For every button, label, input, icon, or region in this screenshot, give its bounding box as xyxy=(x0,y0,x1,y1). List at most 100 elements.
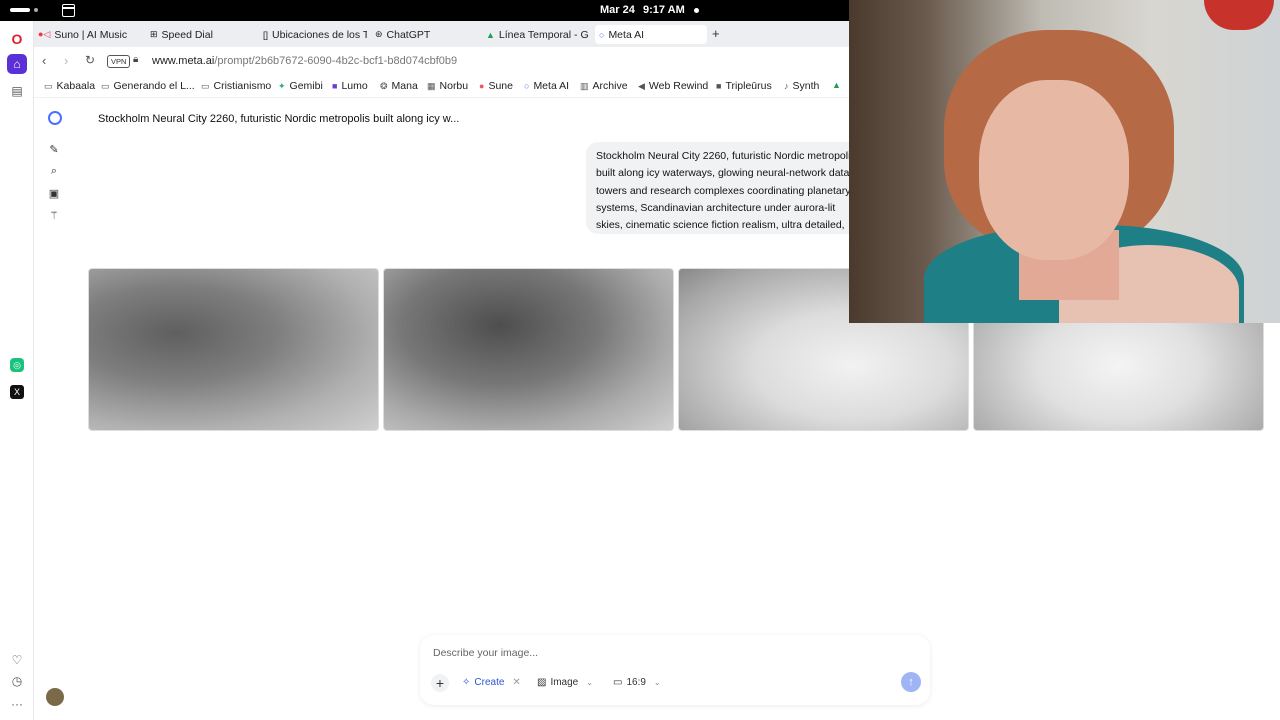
url-field[interactable]: www.meta.ai/prompt/2b6b7672-6090-4b2c-bc… xyxy=(152,55,457,67)
folder-icon: ▭ xyxy=(201,80,210,91)
bookmark-cristianismo[interactable]: ▭ Cristianismo xyxy=(201,80,271,92)
tab-speed-dial[interactable]: ⊞ Speed Dial xyxy=(150,25,240,44)
workspace-dot[interactable] xyxy=(34,8,38,12)
rewind-icon: ◀ xyxy=(638,80,645,91)
bookmark-kabaala[interactable]: ▭ Kabaala xyxy=(44,80,95,92)
chatgpt-icon: ⊛ xyxy=(375,29,383,39)
drive-icon: ▲ xyxy=(832,80,841,90)
tab-label: Suno | AI Music xyxy=(54,28,128,41)
new-tab-button[interactable]: + xyxy=(712,26,720,41)
bookmark-gemibi[interactable]: ✦ Gemibi xyxy=(278,80,323,92)
generated-image-1[interactable] xyxy=(88,268,379,431)
bookmark-web-rewind[interactable]: ◀ Web Rewind xyxy=(638,80,708,92)
tab-ubicaciones[interactable]: [] Ubicaciones de los T xyxy=(263,25,367,44)
bookmark-label: Cristianismo xyxy=(213,80,272,92)
drive-icon: ▲ xyxy=(486,29,495,40)
url-host: www.meta.ai xyxy=(152,55,215,67)
webcam-person-face xyxy=(979,80,1129,260)
bookmark-label: Mana xyxy=(391,80,418,92)
bookmark-label: Archive xyxy=(592,80,628,92)
synth-icon: ♪ xyxy=(784,81,789,91)
chevron-down-icon: ⌄ xyxy=(586,678,593,687)
bookmark-sune[interactable]: ● Sune xyxy=(479,80,513,92)
tab-chatgpt[interactable]: ⊛ ChatGPT xyxy=(375,25,475,44)
tripleurus-icon: ■ xyxy=(716,81,722,91)
tab-label: Línea Temporal - Go xyxy=(498,28,588,41)
back-icon[interactable]: ‹ xyxy=(42,53,46,68)
tab-label: ChatGPT xyxy=(386,28,431,41)
lock-icon[interactable]: 🔒︎ xyxy=(133,54,138,65)
tab-bar: ●◁ Suno | AI Music ⊞ Speed Dial [] Ubica… xyxy=(34,21,850,47)
tab-linea-temporal[interactable]: ▲ Línea Temporal - Go xyxy=(486,25,588,44)
x-sidebar-icon[interactable]: X xyxy=(10,385,24,399)
bookmark-label: Kabaala xyxy=(56,80,96,92)
meta-ring-icon: ○ xyxy=(599,29,605,40)
bookmark-mana[interactable]: ❂ Mana xyxy=(380,80,418,92)
image-type-select[interactable]: ▨ Image ⌄ xyxy=(537,677,593,688)
bookmark-label: Lumo xyxy=(341,80,368,92)
meta-ai-logo-icon[interactable] xyxy=(48,111,62,125)
bookmark-archive[interactable]: ▥ Archive xyxy=(580,80,628,92)
system-time[interactable]: 9:17 AM xyxy=(643,4,685,16)
reload-icon[interactable]: ↻ xyxy=(85,53,95,67)
notes-icon[interactable]: ▤ xyxy=(7,81,27,101)
bookmark-synth[interactable]: ♪ Synth xyxy=(784,80,819,92)
chatgpt-sidebar-icon[interactable]: ◎ xyxy=(10,358,24,372)
tab-meta-ai[interactable]: ○ Meta AI xyxy=(595,25,707,44)
window-icon[interactable] xyxy=(62,4,75,17)
user-prompt-bubble: Stockholm Neural City 2260, futuristic N… xyxy=(586,142,866,234)
bookmarks-bar: ▭ Kabaala ▭ Generando el L... ▭ Cristianism… xyxy=(34,76,850,98)
bookmark-meta-ai[interactable]: ○ Meta AI xyxy=(524,80,569,92)
more-icon[interactable]: ··· xyxy=(7,694,27,714)
generated-image-2[interactable] xyxy=(383,268,674,431)
bookmark-lumo[interactable]: ■ Lumo xyxy=(332,80,368,92)
sparkle-icon: ✦ xyxy=(278,80,286,91)
bookmark-drive[interactable]: ▲ xyxy=(832,80,841,90)
norbu-icon: ▦ xyxy=(427,80,436,91)
prompt-composer: Describe your image... + ✧ Create ✕ ▨ Im… xyxy=(420,635,930,705)
folder-icon: ▭ xyxy=(101,80,110,91)
chevron-down-icon: ⌄ xyxy=(653,678,661,687)
bookmark-norbu[interactable]: ▦ Norbu xyxy=(427,80,468,92)
meta-ring-icon: ○ xyxy=(524,81,530,91)
bookmark-label: Synth xyxy=(792,80,820,92)
bookmark-label: Web Rewind xyxy=(648,80,709,92)
create-mode-chip[interactable]: ✧ Create ✕ xyxy=(462,677,521,688)
new-chat-icon[interactable]: ✎ xyxy=(47,142,61,156)
aspect-ratio-icon: ▭ xyxy=(613,677,623,688)
bookmark-generando[interactable]: ▭ Generando el L... xyxy=(101,80,195,92)
sune-icon: ● xyxy=(479,81,485,91)
url-path: /prompt/2b6b7672-6090-4b2c-bcf1-b8d074cb… xyxy=(214,55,458,67)
tab-suno[interactable]: ●◁ Suno | AI Music xyxy=(38,25,138,44)
heart-icon[interactable]: ♡ xyxy=(7,650,27,670)
webcam-overlay xyxy=(849,0,1280,323)
browser-sidebar: O ⌂ ▤ ◎ X ♡ ◷ ··· xyxy=(0,21,34,720)
bookmark-label: Sune xyxy=(488,80,513,92)
vpn-badge[interactable]: VPN xyxy=(107,55,131,68)
image-icon: ▨ xyxy=(537,677,547,688)
system-date[interactable]: Mar 24 xyxy=(600,4,635,16)
send-button[interactable]: ↑ xyxy=(901,672,921,692)
opera-logo-icon[interactable]: O xyxy=(7,29,27,49)
magic-wand-icon[interactable]: ⚚ xyxy=(47,208,61,222)
home-icon[interactable]: ⌂ xyxy=(7,54,27,74)
add-attachment-button[interactable]: + xyxy=(431,674,449,692)
workspace-indicator[interactable] xyxy=(10,8,30,12)
history-icon[interactable]: ◷ xyxy=(7,671,27,691)
tab-label: Meta AI xyxy=(608,28,645,41)
bookmark-label: Meta AI xyxy=(533,80,570,92)
bookmark-label: Norbu xyxy=(439,80,469,92)
search-icon[interactable]: ⌕ xyxy=(47,164,61,178)
forward-icon[interactable]: › xyxy=(64,53,68,68)
avatar[interactable] xyxy=(46,688,64,706)
tab-label: Speed Dial xyxy=(161,28,213,41)
bracket-icon: [] xyxy=(263,29,269,40)
bookmark-tripleurus[interactable]: ■ Tripleūrus xyxy=(716,80,772,92)
bookmark-label: Gemibi xyxy=(289,80,323,92)
describe-image-input[interactable]: Describe your image... xyxy=(433,647,538,659)
grid-icon: ⊞ xyxy=(150,29,158,39)
aspect-ratio-select[interactable]: ▭ 16:9 ⌄ xyxy=(613,677,661,688)
video-icon[interactable]: ▣ xyxy=(47,186,61,200)
address-bar: ‹ › ↻ VPN 🔒︎ www.meta.ai/prompt/2b6b7672… xyxy=(34,47,850,76)
close-icon[interactable]: ✕ xyxy=(512,677,520,688)
